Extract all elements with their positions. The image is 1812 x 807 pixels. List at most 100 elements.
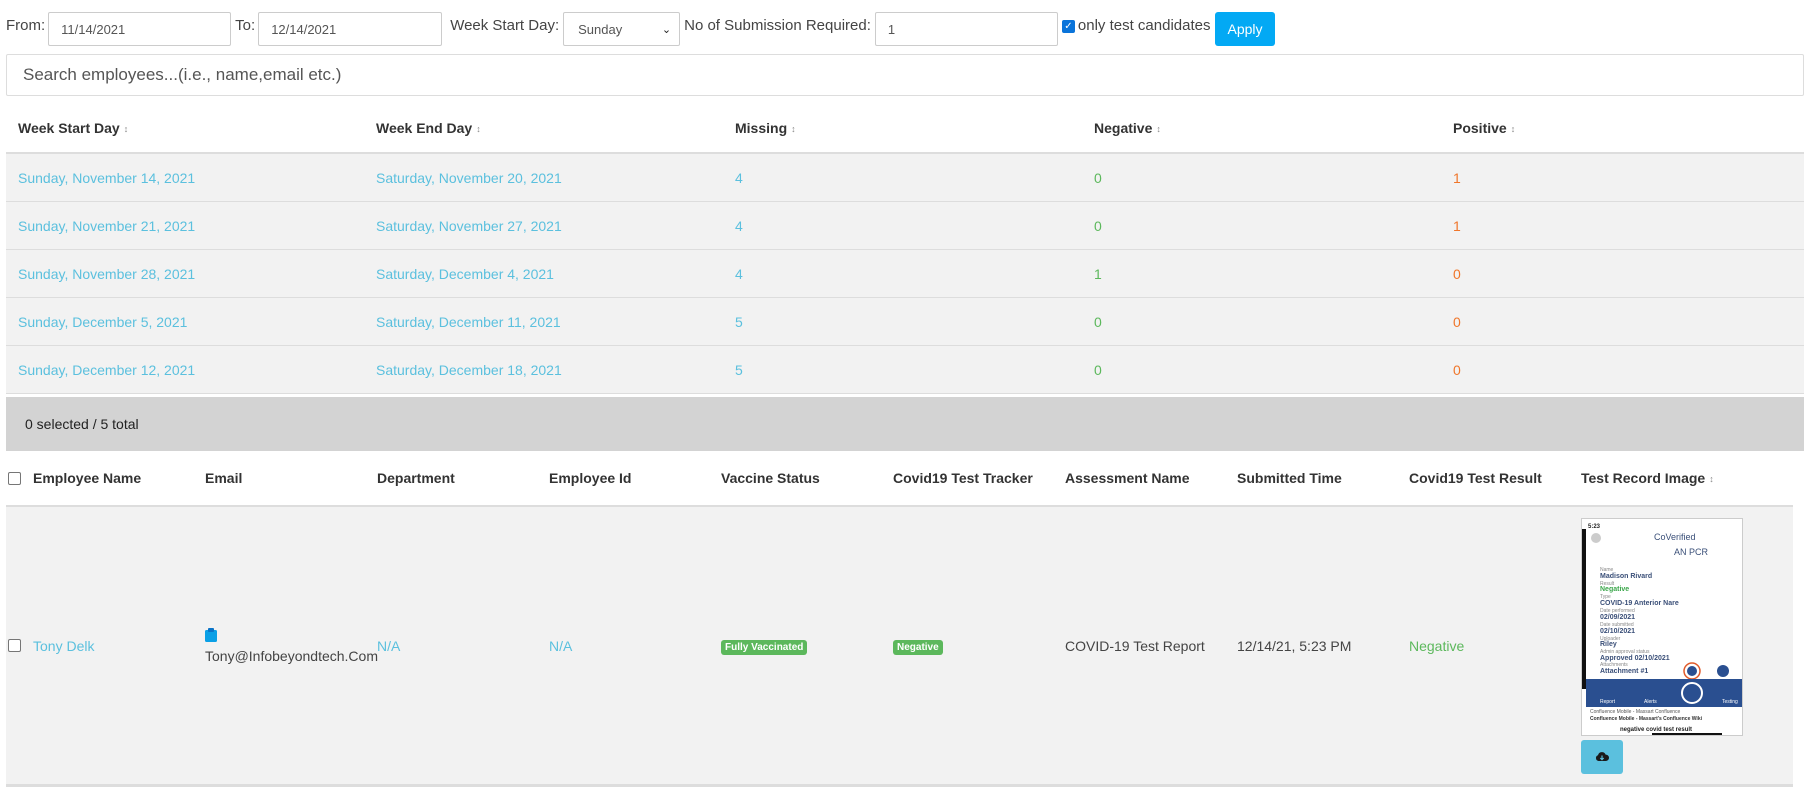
week-start-label: Week Start Day: — [450, 17, 560, 34]
header-week-start[interactable]: Week Start Day ↕ — [6, 120, 364, 136]
sort-icon: ↕ — [1156, 124, 1161, 134]
svg-text:COVID-19 Anterior Nare: COVID-19 Anterior Nare — [1600, 600, 1679, 607]
svg-text:Riley: Riley — [1600, 641, 1617, 648]
week-start-link[interactable]: Sunday, November 14, 2021 — [6, 170, 364, 186]
week-table-header: Week Start Day ↕ Week End Day ↕ Missing ↕ N… — [6, 104, 1804, 154]
week-end-link[interactable]: Saturday, December 11, 2021 — [364, 314, 723, 330]
submitted-time: 12/14/21, 5:23 PM — [1237, 637, 1352, 654]
submissions-input[interactable]: 1 — [874, 12, 1058, 46]
only-test-checkbox[interactable]: ✓ — [1061, 20, 1075, 33]
missing-count[interactable]: 5 — [723, 362, 1082, 378]
header-test-record-image[interactable]: Test Record Image ↕ — [1581, 470, 1763, 486]
svg-text:Approved 02/10/2021: Approved 02/10/2021 — [1600, 655, 1670, 662]
sort-icon: ↕ — [1510, 124, 1516, 134]
header-label: Week Start Day — [18, 120, 120, 136]
missing-count[interactable]: 4 — [723, 170, 1082, 186]
sort-icon: ↕ — [476, 124, 481, 134]
header-label: Test Record Image — [1581, 470, 1706, 486]
positive-count[interactable]: 1 — [1441, 170, 1800, 186]
week-end-link[interactable]: Saturday, December 4, 2021 — [364, 266, 723, 282]
test-record-cell: 5:23 CoVerified AN PCR Name Madison Riva… — [1581, 517, 1763, 774]
svg-text:Confluence Mobile - Massart Co: Confluence Mobile - Massart Confluence — [1590, 709, 1681, 715]
only-test-label: only test candidates — [1077, 17, 1211, 34]
svg-text:Confluence Mobile - Massart's: Confluence Mobile - Massart's Confluence… — [1590, 716, 1703, 722]
submissions-label: No of Submission Required: — [684, 17, 871, 34]
header-label: Week End Day — [376, 120, 473, 136]
header-label: Positive — [1453, 120, 1507, 136]
positive-count[interactable]: 0 — [1441, 266, 1800, 282]
svg-text:02/09/2021: 02/09/2021 — [1600, 614, 1635, 621]
negative-count[interactable]: 0 — [1082, 314, 1441, 330]
svg-text:Madison Rivard: Madison Rivard — [1600, 573, 1652, 580]
header-department: Department — [377, 470, 455, 486]
header-submitted-time: Submitted Time — [1237, 470, 1342, 486]
thumb-title: AN PCR — [1674, 547, 1709, 557]
week-end-link[interactable]: Saturday, December 18, 2021 — [364, 362, 723, 378]
employee-id-link[interactable]: N/A — [549, 638, 721, 654]
svg-text:Negative: Negative — [1600, 586, 1629, 593]
select-all-checkbox[interactable] — [8, 471, 21, 485]
svg-text:Testing: Testing — [1722, 699, 1738, 705]
filter-bar: From: 11/14/2021 To: 12/14/2021 Week Sta… — [6, 12, 1275, 48]
employee-table: Employee Name Email Department Employee … — [6, 451, 1793, 787]
select-all-cell — [6, 471, 33, 485]
header-negative[interactable]: Negative ↕ — [1082, 120, 1441, 136]
search-input[interactable]: Search employees...(i.e., name,email etc… — [6, 54, 1804, 96]
sort-icon: ↕ — [791, 124, 796, 134]
test-record-thumbnail[interactable]: 5:23 CoVerified AN PCR Name Madison Riva… — [1581, 517, 1743, 736]
svg-text:Attachment #1: Attachment #1 — [1600, 668, 1648, 675]
header-employee-name: Employee Name — [33, 470, 142, 486]
row-checkbox[interactable] — [8, 639, 21, 652]
header-assessment-name: Assessment Name — [1065, 470, 1190, 486]
sort-icon: ↕ — [123, 124, 129, 134]
svg-text:02/10/2021: 02/10/2021 — [1600, 628, 1635, 635]
to-date-input[interactable]: 12/14/2021 — [258, 12, 443, 46]
negative-count[interactable]: 1 — [1082, 266, 1441, 282]
from-label: From: — [6, 17, 46, 34]
department-link[interactable]: N/A — [377, 638, 549, 654]
table-row: Sunday, December 12, 2021 Saturday, Dece… — [6, 346, 1804, 394]
cloud-download-icon — [1595, 751, 1609, 761]
clipboard-icon[interactable] — [205, 627, 217, 642]
positive-count[interactable]: 0 — [1441, 362, 1800, 378]
employee-name-link[interactable]: Tony Delk — [33, 638, 205, 654]
negative-count[interactable]: 0 — [1082, 362, 1441, 378]
missing-count[interactable]: 4 — [723, 218, 1082, 234]
email-cell: Tony@Infobeyondtech.Com — [205, 627, 378, 664]
table-row: Sunday, November 28, 2021 Saturday, Dece… — [6, 250, 1804, 298]
week-start-select[interactable]: Sunday ⌄ — [563, 12, 681, 46]
positive-count[interactable]: 1 — [1441, 218, 1800, 234]
week-start-link[interactable]: Sunday, December 5, 2021 — [6, 314, 364, 330]
vaccine-status-badge: Fully Vaccinated — [721, 639, 808, 655]
thumb-time: 5:23 — [1588, 524, 1601, 530]
positive-count[interactable]: 0 — [1441, 314, 1800, 330]
week-start-link[interactable]: Sunday, November 28, 2021 — [6, 266, 364, 282]
assessment-name: COVID-19 Test Report — [1065, 637, 1205, 654]
vaccine-status-cell: Fully Vaccinated — [721, 637, 893, 655]
apply-button[interactable]: Apply — [1215, 12, 1275, 46]
email-text: Tony@Infobeyondtech.Com — [205, 647, 378, 664]
missing-count[interactable]: 4 — [723, 266, 1082, 282]
header-email: Email — [205, 470, 243, 486]
test-tracker-badge: Negative — [893, 639, 943, 655]
week-end-link[interactable]: Saturday, November 20, 2021 — [364, 170, 723, 186]
week-summary-table: Week Start Day ↕ Week End Day ↕ Missing ↕ N… — [6, 104, 1804, 394]
week-start-link[interactable]: Sunday, November 21, 2021 — [6, 218, 364, 234]
week-start-link[interactable]: Sunday, December 12, 2021 — [6, 362, 364, 378]
test-result: Negative — [1409, 637, 1465, 654]
week-end-link[interactable]: Saturday, November 27, 2021 — [364, 218, 723, 234]
header-vaccine-status: Vaccine Status — [721, 470, 820, 486]
header-positive[interactable]: Positive ↕ — [1441, 120, 1800, 136]
thumb-brand: CoVerified — [1654, 532, 1696, 542]
week-start-value: Sunday — [578, 21, 623, 37]
download-button[interactable] — [1581, 739, 1623, 774]
from-date-input[interactable]: 11/14/2021 — [48, 12, 232, 46]
table-row: Sunday, November 21, 2021 Saturday, Nove… — [6, 202, 1804, 250]
missing-count[interactable]: 5 — [723, 314, 1082, 330]
header-week-end[interactable]: Week End Day ↕ — [364, 120, 723, 136]
negative-count[interactable]: 0 — [1082, 170, 1441, 186]
chevron-down-icon: ⌄ — [661, 23, 672, 36]
employee-table-header: Employee Name Email Department Employee … — [6, 451, 1793, 507]
negative-count[interactable]: 0 — [1082, 218, 1441, 234]
header-missing[interactable]: Missing ↕ — [723, 120, 1082, 136]
